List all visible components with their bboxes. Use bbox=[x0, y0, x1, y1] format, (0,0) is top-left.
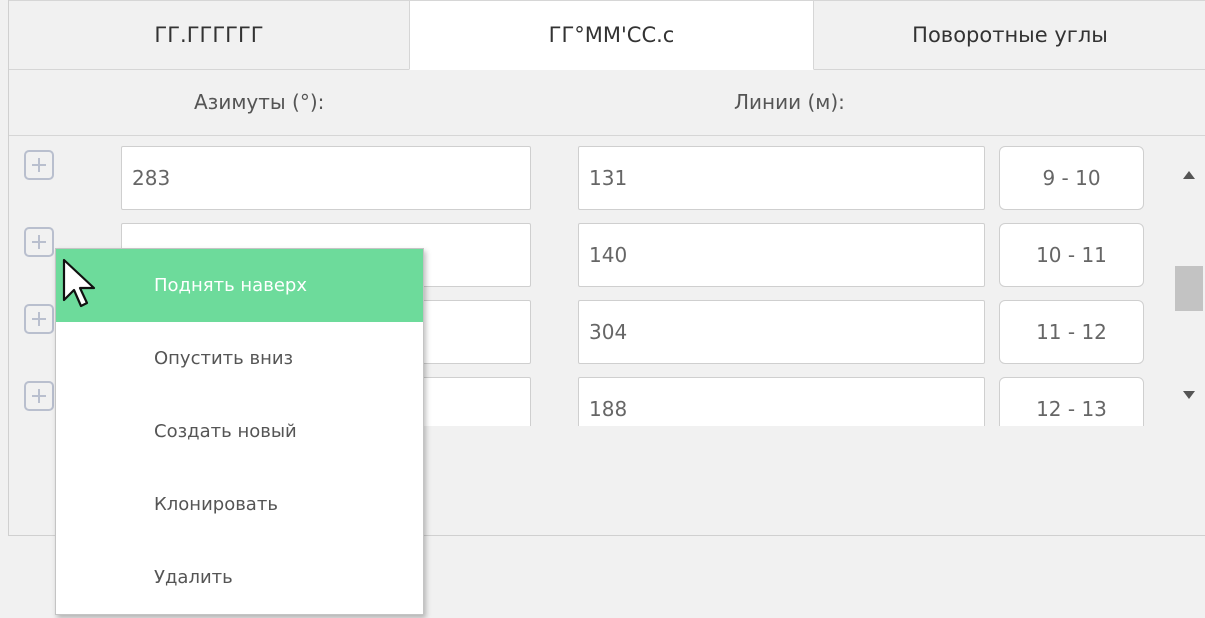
lines-header: Линии (м): bbox=[734, 90, 845, 114]
menu-item-move-down[interactable]: Опустить вниз bbox=[56, 322, 423, 395]
column-headers: Азимуты (°): Линии (м): bbox=[9, 70, 1205, 136]
context-menu: Поднять наверх Опустить вниз Создать нов… bbox=[55, 248, 424, 615]
menu-item-create-new[interactable]: Создать новый bbox=[56, 395, 423, 468]
segment-label: 9 - 10 bbox=[999, 146, 1144, 210]
menu-item-label: Клонировать bbox=[154, 494, 278, 515]
plus-square-icon[interactable] bbox=[24, 381, 54, 411]
tab-decimal-degrees[interactable]: ГГ.ГГГГГГ bbox=[9, 0, 409, 70]
line-length-input[interactable]: 140 bbox=[578, 223, 985, 287]
table-row: 283 131 9 - 10 bbox=[9, 136, 1169, 210]
vertical-scrollbar[interactable] bbox=[1172, 136, 1205, 426]
menu-item-label: Создать новый bbox=[154, 421, 297, 442]
azimuths-header: Азимуты (°): bbox=[194, 90, 325, 114]
menu-item-clone[interactable]: Клонировать bbox=[56, 468, 423, 541]
menu-item-label: Удалить bbox=[154, 567, 233, 588]
menu-item-label: Поднять наверх bbox=[154, 275, 307, 296]
tab-degrees-minutes-seconds[interactable]: ГГ°ММ'СС.с bbox=[409, 0, 814, 70]
line-length-input[interactable]: 131 bbox=[578, 146, 985, 210]
plus-square-icon[interactable] bbox=[24, 150, 54, 180]
format-tabs: ГГ.ГГГГГГ ГГ°ММ'СС.с Поворотные углы bbox=[9, 0, 1205, 70]
scrollbar-thumb[interactable] bbox=[1175, 266, 1203, 311]
line-length-input[interactable]: 188 bbox=[578, 377, 985, 426]
plus-square-icon[interactable] bbox=[24, 304, 54, 334]
mouse-pointer-icon bbox=[62, 258, 96, 308]
segment-label: 10 - 11 bbox=[999, 223, 1144, 287]
plus-square-icon[interactable] bbox=[24, 227, 54, 257]
segment-label: 12 - 13 bbox=[999, 377, 1144, 426]
menu-item-label: Опустить вниз bbox=[154, 348, 294, 369]
tab-turning-angles[interactable]: Поворотные углы bbox=[814, 0, 1205, 70]
line-length-input[interactable]: 304 bbox=[578, 300, 985, 364]
azimuth-input[interactable]: 283 bbox=[121, 146, 531, 210]
segment-label: 11 - 12 bbox=[999, 300, 1144, 364]
caret-down-icon[interactable] bbox=[1183, 391, 1195, 399]
menu-item-move-to-top[interactable]: Поднять наверх bbox=[56, 249, 423, 322]
caret-up-icon[interactable] bbox=[1183, 171, 1195, 179]
menu-item-delete[interactable]: Удалить bbox=[56, 541, 423, 614]
